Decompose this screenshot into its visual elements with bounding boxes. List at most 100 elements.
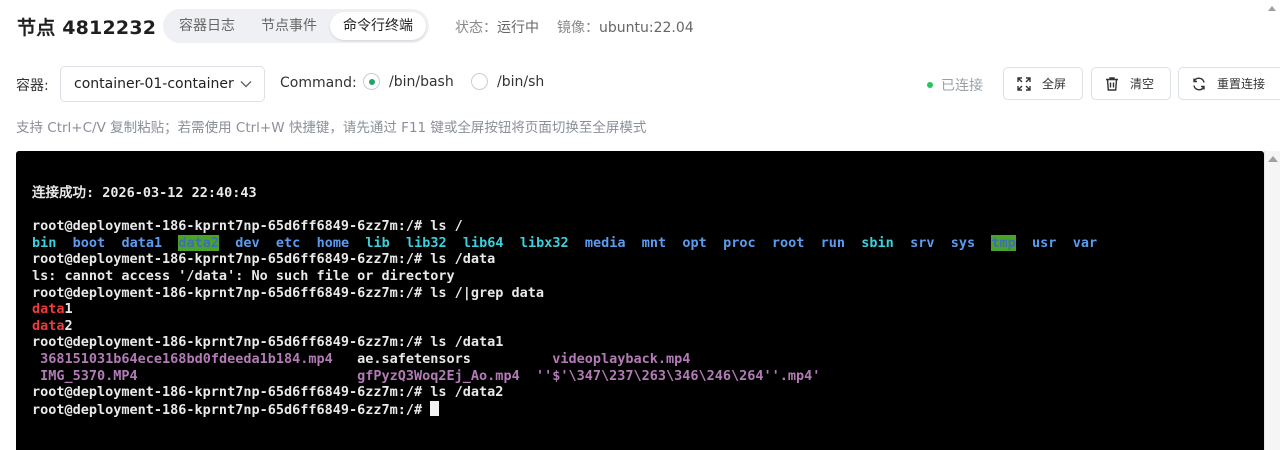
tab-node-events[interactable]: 节点事件 [248, 12, 330, 40]
grep-result-line: data1 [32, 301, 1097, 318]
directory-entry: lib [365, 234, 390, 251]
prompt: root@deployment-186-kprnt7np-65d6ff6849-… [32, 251, 423, 268]
scroll-up-arrow-icon[interactable] [1268, 156, 1278, 162]
directory-entry: bin [32, 234, 57, 251]
directory-entry: mnt [641, 234, 667, 251]
radio-bin-sh[interactable]: /bin/sh [471, 73, 544, 90]
prompt: root@deployment-186-kprnt7np-65d6ff6849-… [32, 284, 423, 301]
file-list-line: IMG_5370.MP4 gfPyzQ3Woq2Ej_Ao.mp4 ''$'\3… [32, 368, 1097, 385]
directory-entry: srv [910, 234, 935, 251]
container-select[interactable]: container-01-container [60, 66, 265, 102]
file-name: 368151031b64ece168bd0fdeeda1b184.mp4 [40, 350, 333, 367]
radio-unchecked-icon [471, 73, 488, 90]
grep-rest: 2 [64, 317, 73, 334]
terminal-line: root@deployment-186-kprnt7np-65d6ff6849-… [32, 218, 1097, 235]
status-label: 状态： [455, 20, 497, 36]
command-text: ls /data2 [422, 384, 504, 401]
file-name: gfPyzQ3Woq2Ej_Ao.mp4 [357, 367, 520, 384]
prompt: root@deployment-186-kprnt7np-65d6ff6849-… [32, 218, 423, 235]
terminal-cursor [430, 400, 440, 416]
terminal-line: root@deployment-186-kprnt7np-65d6ff6849-… [32, 251, 1097, 268]
directory-entry: media [584, 234, 626, 251]
status-info: 状态：运行中 [455, 17, 539, 37]
fullscreen-button[interactable]: 全屏 [1003, 67, 1083, 100]
tab-container-logs[interactable]: 容器日志 [166, 12, 248, 40]
grep-match: data [32, 317, 65, 334]
image-info: 镜像：ubuntu:22.04 [557, 17, 694, 37]
fullscreen-label: 全屏 [1042, 77, 1067, 91]
radio-checked-icon [363, 73, 380, 90]
file-name: IMG_5370.MP4 [40, 367, 138, 384]
container-label: 容器: [16, 78, 49, 94]
reconnect-label: 重置连接 [1217, 77, 1266, 91]
command-text: ls /|grep data [422, 284, 545, 301]
container-select-value: container-01-container [74, 76, 234, 92]
command-label: Command: [280, 75, 357, 91]
reconnect-button[interactable]: 重置连接 [1178, 67, 1280, 100]
prompt: root@deployment-186-kprnt7np-65d6ff6849-… [32, 334, 423, 351]
ls-root-output: bin boot data1 data2 dev etc home lib li… [32, 234, 1098, 252]
terminal-line: root@deployment-186-kprnt7np-65d6ff6849-… [32, 384, 1097, 401]
directory-entry: opt [682, 234, 707, 251]
directory-entry: boot [72, 234, 106, 251]
command-text: ls /data1 [422, 334, 504, 351]
connection-status-text: 已连接 [941, 78, 983, 94]
directory-entry: var [1072, 234, 1098, 251]
connection-status: 已连接 [927, 75, 983, 95]
terminal-line: 连接成功: 2026-03-12 22:40:43 [32, 185, 257, 201]
status-dot-icon [927, 82, 933, 88]
fullscreen-icon [1017, 76, 1031, 91]
page-title: 节点 4812232 [17, 17, 157, 39]
grep-result-line: data2 [32, 318, 1097, 335]
shortcut-hint: 支持 Ctrl+C/V 复制粘贴；若需使用 Ctrl+W 快捷键，请先通过 F1… [16, 120, 647, 136]
error-line: ls: cannot access '/data': No such file … [32, 267, 455, 284]
terminal-line: root@deployment-186-kprnt7np-65d6ff6849-… [32, 334, 1097, 351]
directory-entry: usr [1032, 234, 1057, 251]
radio-bin-bash[interactable]: /bin/bash [363, 73, 454, 90]
trash-icon [1106, 76, 1118, 91]
file-name: ae.safetensors [357, 350, 471, 367]
directory-entry: dev [235, 234, 260, 251]
directory-entry: data2 [178, 234, 219, 251]
directory-entry: lib32 [406, 234, 447, 251]
terminal-scrollbar[interactable] [1264, 151, 1280, 450]
directory-entry: tmp [991, 234, 1016, 251]
terminal-output: 连接成功: 2026-03-12 22:40:43 root@deploymen… [32, 185, 1098, 418]
file-name: ''$'\347\237\263\346\246\264''.mp4' [535, 367, 821, 384]
command-text: ls / [422, 218, 463, 235]
grep-match: data [32, 301, 65, 318]
directory-entry: libx32 [519, 234, 569, 251]
directory-entry: root [771, 234, 805, 251]
radio-bin-sh-label: /bin/sh [497, 73, 545, 90]
directory-entry: sys [950, 234, 976, 251]
directory-entry: etc [275, 234, 301, 251]
clear-button[interactable]: 清空 [1091, 67, 1171, 100]
clear-label: 清空 [1130, 77, 1155, 91]
refresh-icon [1193, 77, 1205, 90]
file-list-line: 368151031b64ece168bd0fdeeda1b184.mp4 ae.… [32, 351, 1097, 368]
tab-bar: 容器日志 节点事件 命令行终端 [163, 9, 429, 43]
chevron-down-icon [240, 81, 252, 88]
page-scroll-up-arrow-icon[interactable] [1268, 6, 1276, 11]
directory-entry: proc [723, 234, 756, 251]
image-value: ubuntu:22.04 [599, 20, 694, 36]
directory-entry: home [316, 234, 350, 251]
radio-bin-bash-label: /bin/bash [389, 73, 454, 90]
image-label: 镜像： [557, 20, 599, 36]
terminal-line: root@deployment-186-kprnt7np-65d6ff6849-… [32, 400, 1097, 418]
directory-entry: sbin [861, 234, 894, 251]
directory-entry: run [820, 234, 846, 251]
directory-entry: lib64 [462, 234, 504, 251]
tab-terminal[interactable]: 命令行终端 [330, 12, 426, 40]
command-text: ls /data [422, 251, 496, 268]
prompt: root@deployment-186-kprnt7np-65d6ff6849-… [32, 401, 423, 418]
terminal[interactable]: 连接成功: 2026-03-12 22:40:43 root@deploymen… [16, 151, 1264, 450]
terminal-line: root@deployment-186-kprnt7np-65d6ff6849-… [32, 285, 1097, 302]
grep-rest: 1 [64, 301, 73, 318]
prompt: root@deployment-186-kprnt7np-65d6ff6849-… [32, 384, 423, 401]
header: 节点 4812232 容器日志 节点事件 命令行终端 状态：运行中 镜像：ubu… [0, 0, 1280, 54]
directory-entry: data1 [121, 234, 163, 251]
file-name: videoplayback.mp4 [552, 350, 691, 367]
status-value: 运行中 [497, 20, 539, 36]
